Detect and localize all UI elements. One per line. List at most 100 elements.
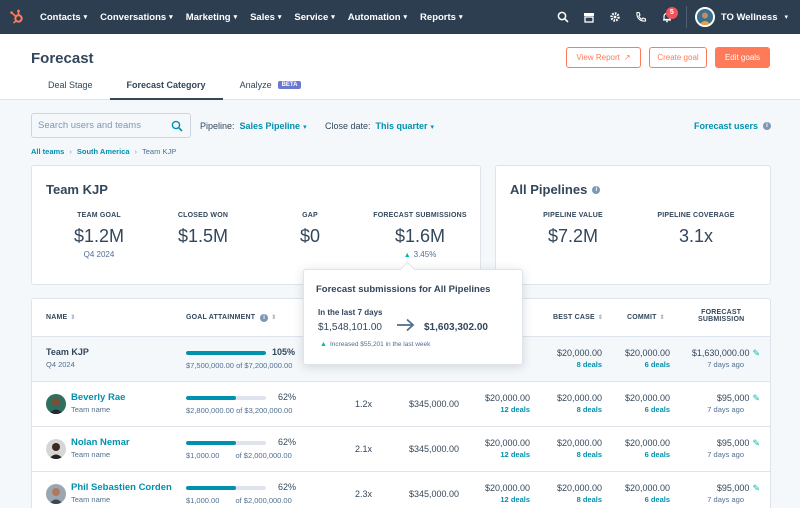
chevron-down-icon: ▾ <box>169 14 173 21</box>
search-icon[interactable] <box>550 0 576 34</box>
edit-goals-button[interactable]: Edit goals <box>715 47 770 68</box>
hubspot-logo-icon[interactable] <box>0 0 34 34</box>
metric-forecast-submissions[interactable]: FORECAST SUBMISSIONS $1.6M ▲ 3.45% <box>360 212 480 259</box>
top-navigation: Contacts ▾ Conversations ▾ Marketing ▾ Sale… <box>0 0 800 34</box>
forecast-submission-value[interactable]: $95,000 ✎ <box>650 483 760 494</box>
breadcrumb: All teams › South America › Team KJP <box>31 147 176 156</box>
closed-won-deals[interactable]: 12 deals <box>450 450 530 459</box>
search-icon[interactable] <box>171 120 183 135</box>
nav-conversations[interactable]: Conversations ▾ <box>100 12 173 23</box>
popover-period: In the last 7 days <box>318 308 383 317</box>
avatar <box>46 484 66 504</box>
account-avatar[interactable] <box>694 7 715 27</box>
goal-progress-fill <box>186 441 236 445</box>
forecast-submission-value[interactable]: $95,000 ✎ <box>650 393 760 404</box>
commit-deals[interactable]: 6 deals <box>590 360 670 369</box>
view-report-button[interactable]: View Report ↗ <box>566 47 641 68</box>
tab-forecast-category[interactable]: Forecast Category <box>109 74 223 100</box>
breadcrumb-all-teams[interactable]: All teams <box>31 147 64 156</box>
chevron-right-icon: › <box>134 147 138 156</box>
row-sub: Team name <box>71 495 111 504</box>
row-sub: Team name <box>71 450 111 459</box>
breadcrumb-region[interactable]: South America <box>77 147 130 156</box>
info-icon[interactable]: i <box>763 122 771 130</box>
row-name[interactable]: Beverly Rae <box>71 392 125 403</box>
row-name[interactable]: Phil Sebastien Corden <box>71 482 172 493</box>
forecast-submission-age: 7 days ago <box>707 360 744 369</box>
goal-progress-bar <box>186 486 266 490</box>
forecast-submission-age: 7 days ago <box>707 405 744 414</box>
goal-attained: $1,000.00 of $2,000,000.00 <box>186 496 292 505</box>
notifications-bell-icon[interactable]: 5 <box>654 0 680 34</box>
nav-service[interactable]: Service ▾ <box>294 12 334 23</box>
row-sub: Q4 2024 <box>46 360 75 369</box>
closed-won-deals[interactable]: 12 deals <box>450 405 530 414</box>
table-row[interactable]: Nolan Nemar Team name 62% $1,000.00 of $… <box>32 427 770 472</box>
forecast-users-link[interactable]: Forecast users i <box>694 121 771 131</box>
chevron-down-icon: ▾ <box>233 14 238 21</box>
avatar <box>46 439 66 459</box>
table-row[interactable]: Beverly Rae Team name 62% $2,800,000.00 … <box>32 382 770 427</box>
nav-automation[interactable]: Automation ▾ <box>348 12 407 23</box>
settings-gear-icon[interactable] <box>602 0 628 34</box>
pipeline-filter[interactable]: Pipeline: Sales Pipeline ▾ <box>200 121 307 131</box>
column-header-name[interactable]: NAME ⇕ <box>46 314 76 321</box>
chevron-down-icon[interactable]: ▾ <box>784 13 788 21</box>
commit-deals[interactable]: 6 deals <box>590 495 670 504</box>
closed-won-deals[interactable]: 12 deals <box>450 495 530 504</box>
forecast-submission-value[interactable]: $1,630,000.00 ✎ <box>650 348 760 359</box>
commit-deals[interactable]: 6 deals <box>590 450 670 459</box>
metric-closed-won: CLOSED WON $1.5M <box>177 212 229 246</box>
nav-reports[interactable]: Reports ▾ <box>420 12 462 23</box>
notification-count-badge: 5 <box>665 7 678 19</box>
tab-analyze[interactable]: Analyze BETA <box>223 74 319 100</box>
column-header-forecast-submission[interactable]: FORECAST SUBMISSION <box>698 309 744 323</box>
edit-pencil-icon: ✎ <box>752 438 760 448</box>
sort-icon: ⇕ <box>70 315 76 321</box>
account-name[interactable]: TO Wellness <box>721 12 778 23</box>
chevron-down-icon: ▾ <box>430 124 435 131</box>
tab-deal-stage[interactable]: Deal Stage <box>31 74 110 100</box>
goal-progress-bar <box>186 351 266 355</box>
chevron-down-icon: ▾ <box>458 14 463 21</box>
edit-pencil-icon: ✎ <box>752 393 760 403</box>
tab-bar: Deal Stage Forecast Category Analyze BET… <box>31 74 318 100</box>
nav-sales[interactable]: Sales ▾ <box>250 12 281 23</box>
page-header: Forecast View Report ↗ Create goal Edit … <box>0 34 800 100</box>
goal-attained: $1,000.00 of $2,000,000.00 <box>186 451 292 460</box>
column-header-commit[interactable]: COMMIT ⇕ <box>627 314 665 321</box>
table-row[interactable]: Phil Sebastien Corden Team name 62% $1,0… <box>32 472 770 508</box>
pipelines-card-title: All Pipelines i <box>510 182 601 197</box>
forecast-submission-value[interactable]: $95,000 ✎ <box>650 438 760 449</box>
info-icon: i <box>260 314 269 322</box>
nav-contacts[interactable]: Contacts ▾ <box>40 12 87 23</box>
info-icon[interactable]: i <box>592 185 601 194</box>
goal-progress-bar <box>186 396 266 400</box>
pipelines-summary-card: All Pipelines i PIPELINE VALUE $7.2M PIPE… <box>495 165 771 285</box>
goal-progress-bar <box>186 441 266 445</box>
beta-badge: BETA <box>277 81 302 89</box>
search-input[interactable]: Search users and teams <box>31 113 191 138</box>
nav-marketing[interactable]: Marketing ▾ <box>186 12 237 23</box>
row-name[interactable]: Team KJP <box>46 347 89 357</box>
closed-won-value: $20,000.00 <box>484 438 530 448</box>
calling-icon[interactable] <box>628 0 654 34</box>
goal-progress-fill <box>186 351 266 355</box>
marketplace-icon[interactable] <box>576 0 602 34</box>
trend-up-icon: ▲ <box>320 341 327 348</box>
column-header-best-case[interactable]: BEST CASE ⇕ <box>553 314 603 321</box>
column-header-goal-attainment[interactable]: GOAL ATTAINMENT i ⇕ <box>186 314 276 322</box>
closed-won-value: $20,000.00 <box>484 483 530 493</box>
goal-attained: $7,500,000.00 of $7,200,000.00 <box>186 361 293 370</box>
forecast-submission-age: 7 days ago <box>707 495 744 504</box>
commit-deals[interactable]: 6 deals <box>590 405 670 414</box>
sort-icon: ⇕ <box>597 315 604 321</box>
goal-percent: 62% <box>278 392 297 402</box>
chevron-down-icon: ▾ <box>277 14 282 21</box>
sort-icon: ⇕ <box>659 315 665 321</box>
forecast-submissions-popover: Forecast submissions for All Pipelines I… <box>303 261 523 365</box>
row-name[interactable]: Nolan Nemar <box>71 437 130 448</box>
edit-pencil-icon: ✎ <box>752 348 760 358</box>
close-date-filter[interactable]: Close date: This quarter ▾ <box>325 121 434 131</box>
create-goal-button[interactable]: Create goal <box>649 47 707 68</box>
